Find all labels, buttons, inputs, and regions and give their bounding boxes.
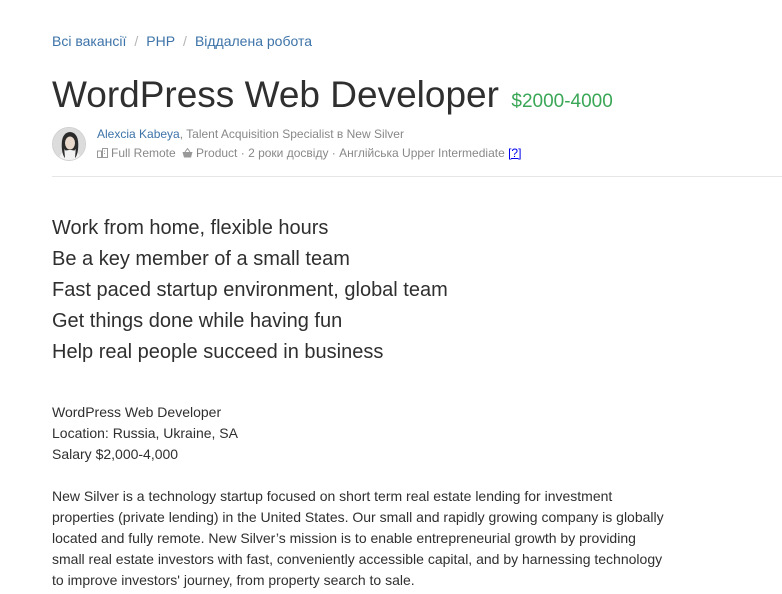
company-description: New Silver is a technology startup focus…	[52, 488, 664, 588]
recruiter-line: Alexcia Kabeya, Talent Acquisition Speci…	[97, 128, 404, 141]
breadcrumb-all-jobs[interactable]: Всі вакансії	[52, 33, 126, 49]
highlight-item: Help real people succeed in business	[52, 341, 384, 363]
tag-separator: ·	[240, 146, 245, 160]
avatar[interactable]	[52, 127, 86, 161]
breadcrumb-remote-work[interactable]: Віддалена робота	[195, 33, 312, 49]
job-page: Всі вакансії / PHP / Віддалена робота WordPr…	[0, 0, 782, 594]
breadcrumb-separator: /	[183, 33, 187, 49]
recruiter-name-link[interactable]: Alexcia Kabeya	[97, 127, 180, 141]
remote-tag: Full Remote	[111, 146, 176, 160]
experience-tag: 2 роки досвіду	[248, 146, 329, 160]
breadcrumb-separator: /	[134, 33, 139, 49]
divider	[52, 176, 782, 177]
basket-icon	[182, 148, 193, 158]
english-tag: Англійська Upper Intermediate	[339, 146, 505, 160]
title-row: WordPress Web Developer $2000-4000	[52, 73, 613, 117]
highlights-list: Work from home, flexible hours Be a key …	[52, 213, 448, 368]
tag-separator: ·	[331, 146, 336, 160]
avatar-photo-icon	[53, 128, 85, 160]
product-tag: Product	[196, 146, 238, 160]
job-tags: Full Remote Product · 2 роки досвіду · А…	[97, 147, 521, 160]
details-location: Location: Russia, Ukraine, SA	[52, 425, 238, 441]
recruiter-role: , Talent Acquisition Specialist в New Si…	[179, 127, 404, 141]
breadcrumb-php[interactable]: PHP	[146, 33, 175, 49]
job-title: WordPress Web Developer	[52, 74, 499, 115]
job-details: WordPress Web Developer Location: Russia…	[52, 402, 238, 465]
highlight-item: Fast paced startup environment, global t…	[52, 279, 448, 301]
details-salary: Salary $2,000-4,000	[52, 446, 179, 462]
highlight-item: Be a key member of a small team	[52, 248, 350, 270]
details-title: WordPress Web Developer	[52, 404, 222, 420]
salary-badge: $2000-4000	[511, 91, 613, 112]
building-icon	[97, 148, 108, 158]
highlight-item: Get things done while having fun	[52, 310, 343, 332]
english-help-link[interactable]: [?]	[508, 146, 521, 160]
highlight-item: Work from home, flexible hours	[52, 217, 329, 239]
breadcrumb: Всі вакансії / PHP / Віддалена робота	[52, 33, 312, 49]
